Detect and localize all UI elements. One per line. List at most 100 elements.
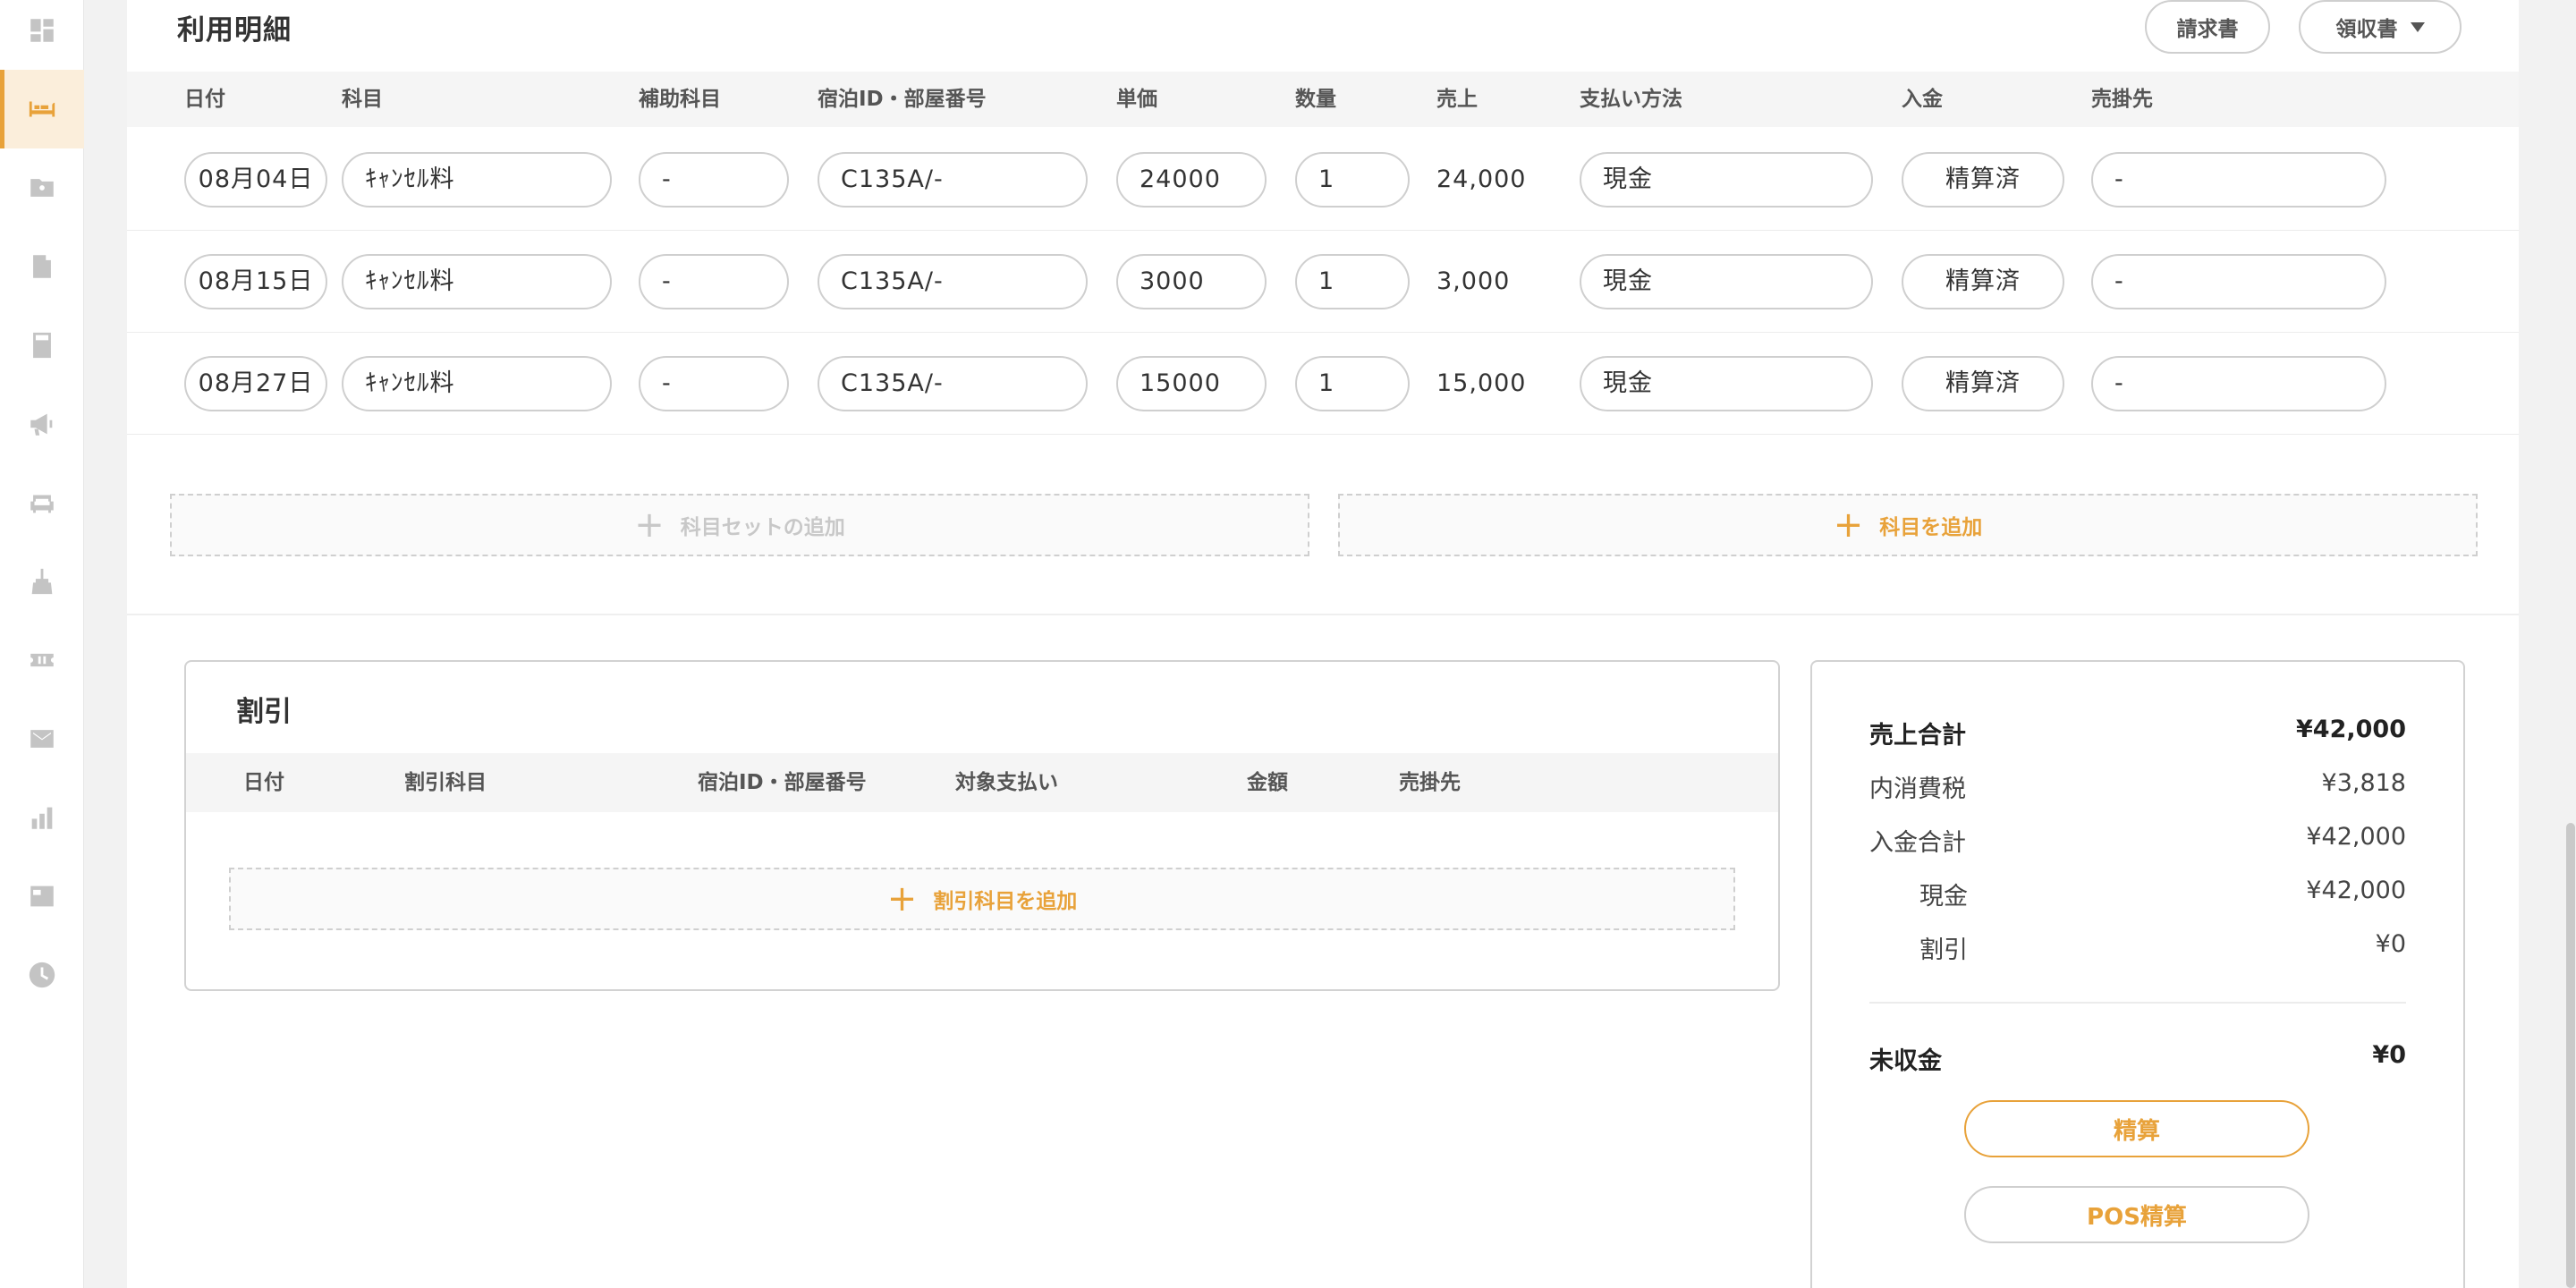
discount-row: 割引 ¥0	[1869, 930, 2406, 966]
receipt-dropdown-button[interactable]: 領収書	[2299, 0, 2462, 54]
column-header-sales: 売上	[1436, 88, 1478, 111]
unpaid-row: 未収金 ¥0	[1869, 1041, 2406, 1077]
column-header-item: 科目	[342, 88, 383, 111]
discount-value: ¥0	[2375, 930, 2406, 958]
stay-field[interactable]: C135A/-	[818, 254, 1088, 309]
discount-label: 割引	[1919, 936, 1968, 964]
sidebar-item-lounge[interactable]	[0, 463, 84, 542]
bar-chart-icon	[31, 807, 53, 829]
sidebar-item-history[interactable]	[0, 936, 84, 1014]
item-field[interactable]: ｷｬﾝｾﾙ料	[342, 254, 612, 309]
deposit-status-select[interactable]: 精算済	[1902, 356, 2064, 411]
section-divider	[127, 614, 2519, 615]
sales-total-label: 売上合計	[1869, 722, 1966, 750]
receivable-select[interactable]: -	[2091, 254, 2386, 309]
clock-icon	[29, 962, 55, 988]
payment-method-select[interactable]: 現金	[1580, 254, 1873, 309]
table-row: 08月04日 ｷｬﾝｾﾙ料 - C135A/- 24000 1 24,000 現…	[127, 129, 2519, 231]
unit-price-field[interactable]: 24000	[1116, 152, 1267, 208]
add-item-set-label: 科目セットの追加	[680, 516, 845, 539]
cleaning-icon	[31, 568, 53, 595]
column-header-quantity: 数量	[1295, 88, 1336, 111]
date-field[interactable]: 08月15日	[184, 254, 327, 309]
totals-card: 売上合計 ¥42,000 内消費税 ¥3,818 入金合計 ¥42,000 現金…	[1810, 660, 2465, 1288]
table-row: 08月27日 ｷｬﾝｾﾙ料 - C135A/- 15000 1 15,000 現…	[127, 333, 2519, 435]
plus-icon: +	[886, 878, 918, 919]
stay-field[interactable]: C135A/-	[818, 152, 1088, 208]
sidebar-item-news[interactable]	[0, 857, 84, 936]
billing-details-panel: 利用明細 請求書 領収書 日付 科目 補助科目 宿泊ID・部屋番号 単価 数量 …	[127, 0, 2519, 1288]
item-field[interactable]: ｷｬﾝｾﾙ料	[342, 356, 612, 411]
stay-field[interactable]: C135A/-	[818, 356, 1088, 411]
quantity-field[interactable]: 1	[1295, 356, 1410, 411]
discount-title: 割引	[236, 696, 292, 728]
sidebar-item-reports[interactable]	[0, 778, 84, 857]
megaphone-icon	[30, 413, 53, 436]
discount-card: 割引 日付 割引科目 宿泊ID・部屋番号 対象支払い 金額 売掛先 + 割引科目…	[184, 660, 1780, 991]
add-item-set-button[interactable]: + 科目セットの追加	[170, 494, 1309, 556]
table-row: 08月15日 ｷｬﾝｾﾙ料 - C135A/- 3000 1 3,000 現金 …	[127, 231, 2519, 333]
discount-column-receivable: 売掛先	[1399, 771, 1461, 794]
bed-icon	[29, 101, 55, 117]
sales-total-row: 売上合計 ¥42,000	[1869, 716, 2406, 751]
tax-value: ¥3,818	[2321, 769, 2406, 797]
sidebar-item-dashboard[interactable]	[0, 0, 84, 70]
quantity-field[interactable]: 1	[1295, 152, 1410, 208]
column-header-receivable: 売掛先	[2091, 88, 2153, 111]
cash-label: 現金	[1919, 883, 1968, 911]
item-field[interactable]: ｷｬﾝｾﾙ料	[342, 152, 612, 208]
tax-label: 内消費税	[1869, 775, 1966, 803]
unit-price-field[interactable]: 3000	[1116, 254, 1267, 309]
totals-divider	[1869, 1002, 2406, 1004]
add-discount-item-label: 割引科目を追加	[933, 890, 1078, 913]
receivable-select[interactable]: -	[2091, 356, 2386, 411]
deposit-total-row: 入金合計 ¥42,000	[1869, 823, 2406, 859]
sales-value: 15,000	[1436, 369, 1527, 397]
discount-column-date: 日付	[243, 771, 284, 794]
invoice-button[interactable]: 請求書	[2145, 0, 2270, 54]
column-header-date: 日付	[184, 88, 225, 111]
unpaid-label: 未収金	[1869, 1047, 1942, 1075]
deposit-status-select[interactable]: 精算済	[1902, 254, 2064, 309]
sub-item-field[interactable]: -	[639, 152, 789, 208]
deposit-status-select[interactable]: 精算済	[1902, 152, 2064, 208]
sidebar-item-cleaning[interactable]	[0, 542, 84, 621]
date-field[interactable]: 08月27日	[184, 356, 327, 411]
payment-method-select[interactable]: 現金	[1580, 152, 1873, 208]
column-header-sub-item: 補助科目	[639, 88, 721, 111]
discount-column-target-payment: 対象支払い	[955, 771, 1058, 794]
pos-settle-button[interactable]: POS精算	[1964, 1186, 2309, 1243]
sidebar-item-rooms[interactable]	[0, 70, 84, 148]
quantity-field[interactable]: 1	[1295, 254, 1410, 309]
sidebar-item-accounting[interactable]	[0, 306, 84, 385]
column-header-payment: 支払い方法	[1580, 88, 1682, 111]
add-item-button[interactable]: + 科目を追加	[1338, 494, 2478, 556]
sub-item-field[interactable]: -	[639, 356, 789, 411]
plus-icon: +	[634, 504, 665, 546]
calculator-icon	[33, 332, 51, 359]
news-icon	[30, 886, 54, 907]
deposit-total-label: 入金合計	[1869, 829, 1966, 857]
discount-column-amount: 金額	[1247, 771, 1288, 794]
receivable-select[interactable]: -	[2091, 152, 2386, 208]
sales-value: 3,000	[1436, 267, 1511, 295]
sub-item-field[interactable]: -	[639, 254, 789, 309]
sidebar-item-messages[interactable]	[0, 699, 84, 778]
mail-icon	[30, 730, 54, 748]
discount-column-stay: 宿泊ID・部屋番号	[698, 771, 867, 794]
unit-price-field[interactable]: 15000	[1116, 356, 1267, 411]
sidebar-item-promotion[interactable]	[0, 385, 84, 463]
cash-row: 現金 ¥42,000	[1869, 877, 2406, 912]
add-discount-item-button[interactable]: + 割引科目を追加	[229, 868, 1735, 930]
date-field[interactable]: 08月04日	[184, 152, 327, 208]
scrollbar-thumb[interactable]	[2566, 823, 2575, 1288]
sofa-icon	[30, 495, 54, 513]
sidebar-item-guests[interactable]	[0, 148, 84, 227]
payment-method-select[interactable]: 現金	[1580, 356, 1873, 411]
add-item-label: 科目を追加	[1879, 516, 1983, 539]
sidebar-item-tickets[interactable]	[0, 621, 84, 699]
sales-total-value: ¥42,000	[2296, 716, 2406, 743]
settle-button[interactable]: 精算	[1964, 1100, 2309, 1157]
sidebar-item-facility[interactable]	[0, 227, 84, 306]
usage-table-header: 日付 科目 補助科目 宿泊ID・部屋番号 単価 数量 売上 支払い方法 入金 売…	[127, 72, 2519, 127]
